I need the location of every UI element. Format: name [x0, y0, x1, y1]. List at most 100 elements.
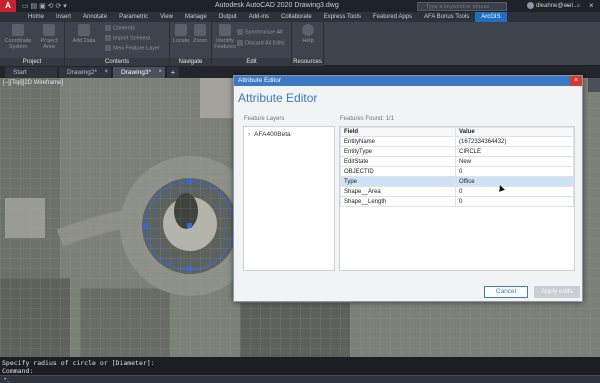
sync-icon [237, 29, 243, 35]
doc-tab-drawing2[interactable]: Drawing2* × [59, 67, 111, 78]
doc-tab-start[interactable]: Start [5, 67, 57, 78]
field-cell: Shape__Length [340, 196, 456, 207]
value-cell[interactable]: (1672334364432) [455, 136, 574, 147]
new-feature-layer-button[interactable]: New Feature Layer [105, 45, 160, 51]
features-found-label: Features Found: 1/1 [340, 116, 395, 122]
field-cell: Type [340, 176, 456, 187]
table-row[interactable]: Shape__Length 0 [340, 196, 574, 207]
table-row[interactable]: OBJECTID 0 [340, 166, 574, 177]
import-schema-button[interactable]: Import Schema [105, 35, 150, 41]
dialog-title-bar[interactable]: Attribute Editor × [234, 76, 582, 86]
tab-featured-apps[interactable]: Featured Apps [367, 12, 418, 22]
autocad-window: A ▭ ▤ ▣ ⟲ ⟳ ▾ Autodesk AutoCAD 2020 Draw… [0, 0, 600, 383]
doc-tab-drawing3[interactable]: Drawing3* × [113, 67, 165, 78]
tab-manage[interactable]: Manage [179, 12, 213, 22]
apply-edits-button[interactable]: Apply edits [534, 286, 580, 298]
project-area-label: Project Area [40, 38, 58, 50]
command-chevron-icon[interactable]: ▸_ [4, 376, 12, 382]
panel-label-navigate: Navigate [170, 58, 211, 66]
schema-icon [105, 35, 111, 41]
synchronize-all-label: Synchronize All [245, 29, 283, 36]
locate-button[interactable]: Locate [172, 24, 190, 44]
cancel-button[interactable]: Cancel [484, 286, 528, 298]
app-logo[interactable]: A [0, 0, 16, 12]
tab-express-tools[interactable]: Express Tools [318, 12, 367, 22]
tab-view[interactable]: View [154, 12, 179, 22]
add-data-button[interactable]: Add Data [68, 24, 100, 44]
close-tab-icon[interactable]: × [158, 67, 162, 78]
globe-icon [12, 24, 24, 36]
table-row[interactable]: EditState New [340, 156, 574, 167]
project-area-button[interactable]: Project Area [35, 24, 63, 50]
tab-output[interactable]: Output [213, 12, 243, 22]
value-cell[interactable]: 0 [455, 186, 574, 197]
value-cell[interactable]: New [455, 156, 574, 167]
feature-layers-label: Feature Layers [244, 116, 285, 122]
coordinate-system-button[interactable]: Coordinate System [3, 24, 33, 50]
panel-resources: Help Resources [292, 22, 324, 66]
tab-home[interactable]: Home [22, 12, 50, 22]
new-tab-button[interactable]: + [167, 67, 179, 78]
discard-all-edits-button[interactable]: Discard All Edits [237, 40, 285, 46]
import-schema-label: Import Schema [113, 35, 151, 42]
tab-annotate[interactable]: Annotate [77, 12, 113, 22]
new-feature-layer-label: New Feature Layer [113, 45, 160, 52]
tab-afa-bonus-tools[interactable]: AFA Bonus Tools [418, 12, 475, 22]
tab-add-ins[interactable]: Add-ins [243, 12, 275, 22]
value-cell[interactable]: Office [455, 176, 574, 187]
zoom-label: Zoom [192, 38, 208, 44]
ribbon-tabs: Home Insert Annotate Parametric View Man… [0, 12, 600, 22]
ribbon-panel: Coordinate System Project Area Project A… [0, 22, 600, 66]
zoom-icon [194, 24, 206, 36]
minimize-button[interactable]: – [566, 1, 570, 10]
table-row[interactable]: EntityType CIRCLE [340, 146, 574, 157]
window-title: Autodesk AutoCAD 2020 Drawing3.dwg [215, 2, 339, 9]
doc-tab-label: Start [13, 69, 27, 76]
field-cell: Shape__Area [340, 186, 456, 197]
viewport-controls[interactable]: [–][Top][2D Wireframe] [3, 80, 63, 86]
table-header-row: Field Value [340, 127, 574, 137]
quick-access-toolbar[interactable]: ▭ ▤ ▣ ⟲ ⟳ ▾ [22, 2, 67, 10]
contents-button[interactable]: Contents [105, 25, 135, 31]
map-area-icon [43, 24, 55, 36]
viewcube[interactable] [588, 78, 600, 92]
help-icon [302, 24, 314, 36]
tab-collaborate[interactable]: Collaborate [275, 12, 318, 22]
tab-insert[interactable]: Insert [50, 12, 77, 22]
user-name[interactable]: dleahne@esri... [536, 3, 578, 9]
tab-parametric[interactable]: Parametric [113, 12, 154, 22]
synchronize-all-button[interactable]: Synchronize All [237, 29, 283, 35]
tree-item-layer[interactable]: › AFA400Beta [248, 131, 291, 138]
field-cell: OBJECTID [340, 166, 456, 177]
table-row[interactable]: Shape__Area 0 [340, 186, 574, 197]
close-button[interactable]: × [589, 1, 594, 10]
dialog-title: Attribute Editor [238, 77, 281, 84]
tab-arcgis[interactable]: ArcGIS [475, 12, 507, 22]
attribute-editor-dialog: Attribute Editor × Attribute Editor Feat… [233, 75, 583, 302]
panel-contents: Add Data Contents Import Schema New Feat… [65, 22, 170, 66]
command-input[interactable] [0, 375, 600, 383]
panel-label-edit: Edit [212, 58, 291, 66]
coordinate-system-label: Coordinate System [4, 38, 32, 50]
value-cell[interactable]: 0 [455, 166, 574, 177]
column-header-field: Field [340, 127, 456, 137]
dialog-close-button[interactable]: × [570, 76, 582, 86]
chevron-right-icon[interactable]: › [248, 131, 250, 138]
value-cell[interactable]: CIRCLE [455, 146, 574, 157]
identify-features-button[interactable]: Identify Features [213, 24, 237, 50]
table-row[interactable]: EntityName (1672334364432) [340, 136, 574, 147]
user-icon[interactable] [527, 2, 534, 9]
keyword-search-input[interactable] [417, 2, 507, 11]
feature-layers-tree: › AFA400Beta [243, 126, 335, 271]
close-tab-icon[interactable]: × [104, 67, 108, 78]
layer-name: AFA400Beta [254, 131, 291, 138]
help-button[interactable]: Help [296, 24, 320, 44]
value-cell[interactable]: 0 [455, 196, 574, 207]
maximize-button[interactable]: ▫ [577, 1, 580, 10]
zoom-button[interactable]: Zoom [191, 24, 209, 44]
locate-icon [175, 24, 187, 36]
dialog-heading: Attribute Editor [238, 91, 318, 105]
identify-icon [219, 24, 231, 36]
panel-label-contents: Contents [65, 58, 169, 66]
table-row-selected[interactable]: Type Office [340, 176, 574, 187]
